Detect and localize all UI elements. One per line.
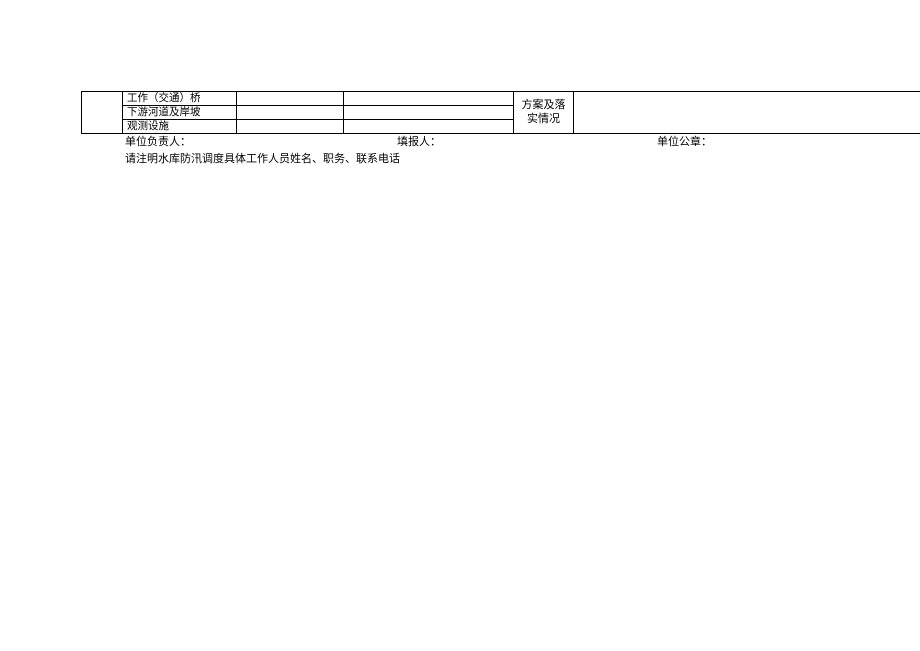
right-value-cell [574, 92, 920, 134]
row-label: 观测设施 [123, 120, 237, 134]
cell [237, 120, 344, 134]
footer-note: 请注明水库防汛调度具体工作人员姓名、职务、联系电话 [125, 152, 895, 167]
filler-label: 填报人： [397, 135, 657, 150]
footer: 单位负责人： 填报人： 单位公章： 请注明水库防汛调度具体工作人员姓名、职务、联… [125, 135, 895, 167]
cell [344, 106, 514, 120]
cell [237, 106, 344, 120]
table: 工作（交通）桥 方案及落实情况 下游河道及岸坡 观测设施 [81, 91, 920, 134]
row-group-cell [82, 92, 123, 134]
seal-label: 单位公章： [657, 135, 895, 150]
form-table: 工作（交通）桥 方案及落实情况 下游河道及岸坡 观测设施 [81, 91, 920, 134]
cell [344, 120, 514, 134]
responsible-person-label: 单位负责人： [125, 135, 397, 150]
table-row: 工作（交通）桥 方案及落实情况 [82, 92, 920, 106]
cell [237, 92, 344, 106]
right-header-cell: 方案及落实情况 [514, 92, 574, 134]
row-label: 下游河道及岸坡 [123, 106, 237, 120]
cell [344, 92, 514, 106]
row-label: 工作（交通）桥 [123, 92, 237, 106]
footer-line-1: 单位负责人： 填报人： 单位公章： [125, 135, 895, 150]
